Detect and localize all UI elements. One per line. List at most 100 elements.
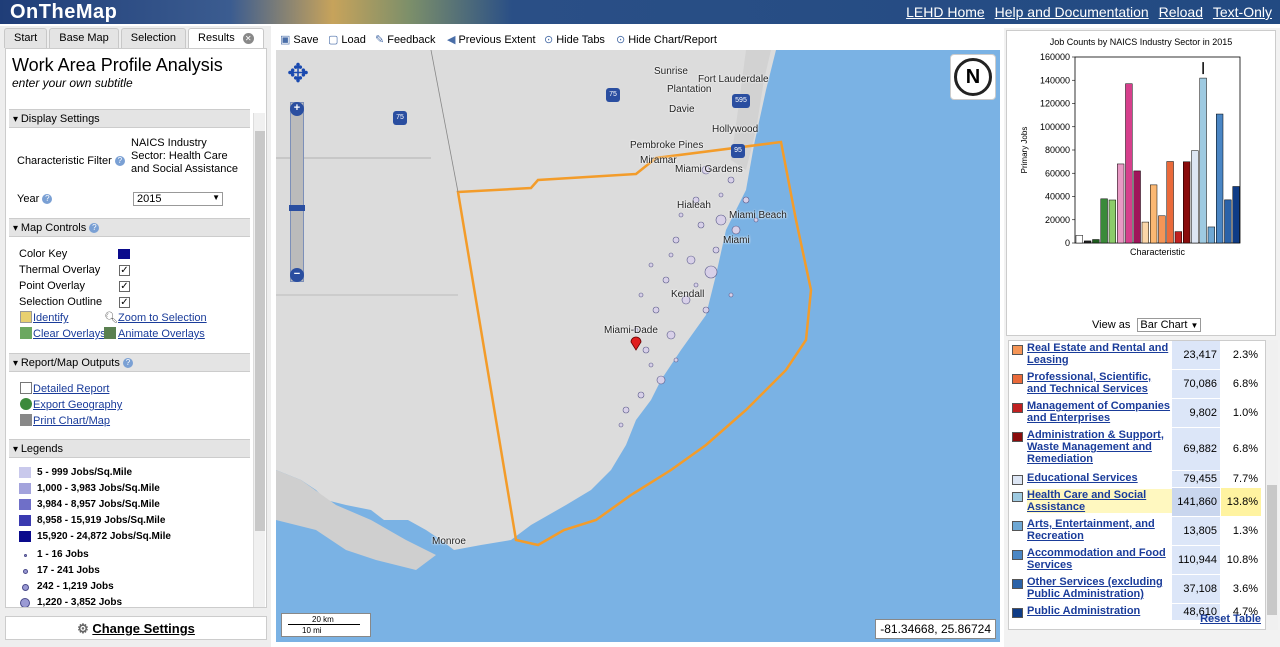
job-count: 110,944 [1172, 546, 1220, 574]
page-subtitle[interactable]: enter your own subtitle [6, 76, 266, 90]
report-icon[interactable] [20, 382, 32, 394]
zoom-in-button[interactable]: + [290, 102, 304, 116]
zoom-slider[interactable]: + − [289, 102, 305, 282]
place-label: Sunrise [654, 66, 688, 77]
year-select[interactable]: 2015 ▼ [133, 192, 223, 206]
place-label: Miramar [640, 155, 677, 166]
report-outputs-header[interactable]: Report/Map Outputs ? [9, 353, 250, 372]
job-count: 9,802 [1172, 399, 1220, 427]
chart-bar [1216, 113, 1224, 244]
tab-selection[interactable]: Selection [120, 28, 187, 48]
sector-name-link[interactable]: Administration & Support, Waste Manageme… [1027, 429, 1173, 465]
display-settings-label: Display Settings [20, 113, 100, 125]
page-title[interactable]: Work Area Profile Analysis [6, 49, 266, 76]
highway-shield-icon: 75 [606, 88, 620, 102]
sector-name-link[interactable]: Real Estate and Rental and Leasing [1027, 342, 1173, 366]
color-key-swatch[interactable] [118, 249, 130, 259]
tab-base-map[interactable]: Base Map [49, 28, 119, 48]
chart-bar [1183, 161, 1191, 244]
info-icon[interactable]: ? [42, 194, 53, 205]
table-scrollbar[interactable] [1266, 340, 1278, 630]
table-row[interactable]: Management of Companies and Enterprises 9… [1009, 399, 1265, 427]
lehd-home-link[interactable]: LEHD Home [906, 4, 985, 20]
land-mass [276, 50, 776, 550]
table-row[interactable]: Professional, Scientific, and Technical … [1009, 370, 1265, 398]
legends-header[interactable]: Legends [9, 439, 250, 458]
hide-chart-report-button[interactable]: ⊙ Hide Chart/Report [616, 33, 717, 46]
save-button[interactable]: ▣ Save [280, 33, 318, 46]
scroll-thumb[interactable] [255, 131, 265, 531]
table-row[interactable]: Accommodation and Food Services 110,944 10… [1009, 546, 1265, 574]
map-controls-header[interactable]: Map Controls ? [9, 218, 250, 237]
clear-overlays-link[interactable]: Clear Overlays [33, 328, 106, 340]
view-as-select[interactable]: Bar Chart ▼ [1137, 318, 1202, 332]
scroll-thumb[interactable] [1267, 485, 1277, 615]
identify-icon[interactable] [20, 311, 32, 323]
sector-name-link[interactable]: Public Administration [1027, 605, 1173, 617]
eraser-icon[interactable] [20, 327, 32, 339]
app-title: OnTheMap [10, 1, 118, 23]
pan-control-icon[interactable]: ✥ [284, 58, 312, 100]
sector-name-link[interactable]: Arts, Entertainment, and Recreation [1027, 518, 1173, 542]
table-row[interactable]: Educational Services 79,455 7.7% [1009, 471, 1265, 487]
sector-name-link[interactable]: Other Services (excluding Public Adminis… [1027, 576, 1173, 600]
table-row[interactable]: Health Care and Social Assistance 141,860… [1009, 488, 1265, 516]
tab-results[interactable]: Results ✕ [188, 28, 264, 48]
sector-name-link[interactable]: Educational Services [1027, 472, 1173, 484]
export-geography-link[interactable]: Export Geography [33, 399, 122, 411]
feedback-button[interactable]: ✎ Feedback [375, 33, 436, 46]
table-row[interactable]: Arts, Entertainment, and Recreation 13,80… [1009, 517, 1265, 545]
highway-shield-icon: 95 [731, 144, 745, 158]
selection-outline-checkbox[interactable]: ✓ [119, 297, 130, 308]
detailed-report-link[interactable]: Detailed Report [33, 383, 109, 395]
display-settings-header[interactable]: Display Settings [9, 109, 250, 128]
help-link[interactable]: Help and Documentation [995, 4, 1149, 20]
panel-scrollbar[interactable] [253, 113, 265, 607]
print-chart-map-link[interactable]: Print Chart/Map [33, 415, 110, 427]
chart-bar [1199, 77, 1207, 244]
table-row[interactable]: Other Services (excluding Public Adminis… [1009, 575, 1265, 603]
sector-name-link[interactable]: Management of Companies and Enterprises [1027, 400, 1173, 424]
reset-table-link[interactable]: Reset Table [1200, 613, 1261, 625]
place-label: Miami Gardens [675, 164, 743, 175]
view-as-label: View as [1092, 319, 1131, 331]
zoom-out-button[interactable]: − [290, 268, 304, 282]
load-button[interactable]: ▢ Load [328, 33, 366, 46]
info-icon[interactable]: ? [114, 156, 125, 167]
tab-results-label: Results [198, 32, 235, 44]
hide-tabs-button[interactable]: ⊙ Hide Tabs [544, 33, 605, 46]
close-icon[interactable]: ✕ [242, 33, 254, 44]
identify-link[interactable]: Identify [33, 312, 68, 324]
text-only-link[interactable]: Text-Only [1213, 4, 1272, 20]
sector-name-link[interactable]: Health Care and Social Assistance [1027, 489, 1173, 513]
thermal-overlay-checkbox[interactable]: ✓ [119, 265, 130, 276]
info-icon[interactable]: ? [89, 223, 100, 234]
sector-name-link[interactable]: Accommodation and Food Services [1027, 547, 1173, 571]
animate-overlays-link[interactable]: Animate Overlays [118, 328, 205, 340]
printer-icon[interactable] [20, 414, 32, 426]
globe-icon[interactable] [20, 398, 32, 410]
reload-link[interactable]: Reload [1159, 4, 1203, 20]
density-label: 15,920 - 24,872 Jobs/Sq.Mile [37, 531, 171, 542]
thermal-overlay-label: Thermal Overlay [19, 264, 101, 276]
point-symbol-icon [23, 553, 27, 557]
sector-name-link[interactable]: Professional, Scientific, and Technical … [1027, 371, 1173, 395]
previous-extent-button[interactable]: ◀ Previous Extent [447, 33, 536, 46]
tab-start[interactable]: Start [4, 28, 48, 48]
y-tick-label: 100000 [1040, 122, 1070, 132]
change-settings-button[interactable]: ⚙ Change Settings [5, 616, 267, 640]
info-icon[interactable]: ? [122, 358, 133, 369]
zoom-slider-handle[interactable] [289, 205, 305, 211]
chart-bar [1158, 215, 1166, 244]
table-row[interactable]: Real Estate and Rental and Leasing 23,417… [1009, 341, 1265, 369]
point-overlay-checkbox[interactable]: ✓ [119, 281, 130, 292]
chart-title: Job Counts by NAICS Industry Sector in 2… [1050, 37, 1233, 47]
magnifier-icon[interactable]: 🔍︎ [104, 311, 118, 324]
zoom-to-selection-link[interactable]: Zoom to Selection [118, 312, 207, 324]
table-row[interactable]: Administration & Support, Waste Manageme… [1009, 428, 1265, 470]
map-view[interactable]: Sunrise Fort Lauderdale Plantation Davie… [276, 50, 1000, 642]
map-canvas[interactable] [276, 50, 1000, 642]
job-share: 7.7% [1232, 473, 1258, 485]
point-symbol-icon [22, 568, 28, 574]
film-icon[interactable] [104, 327, 116, 339]
